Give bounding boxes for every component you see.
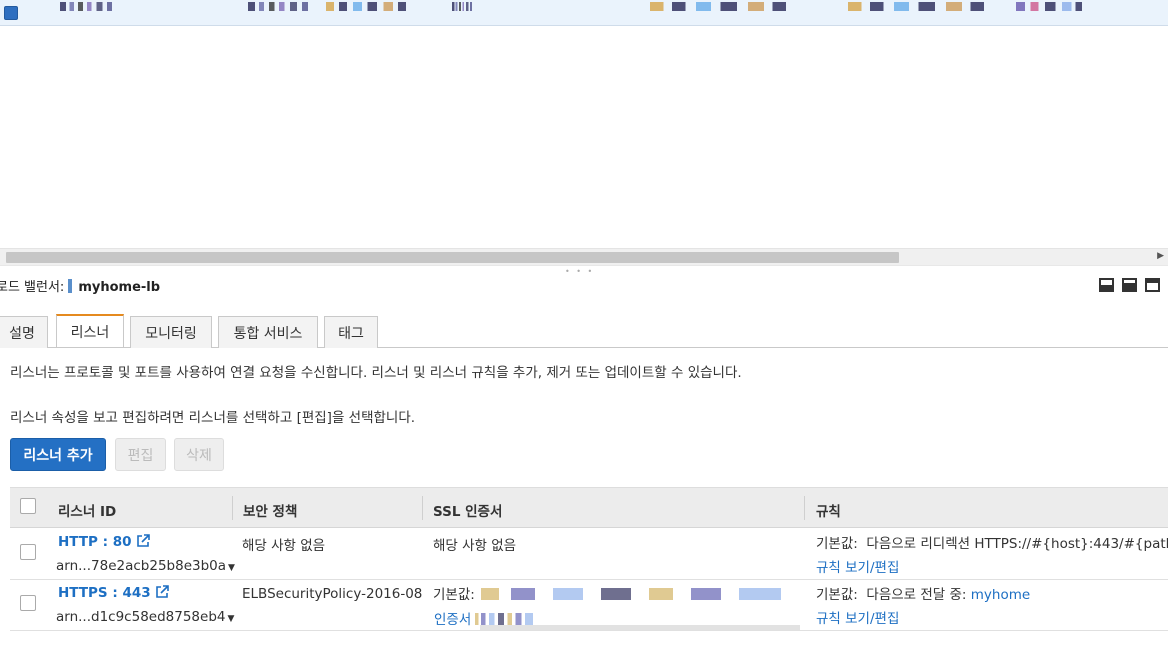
rule-default-label: 기본값:	[816, 536, 858, 552]
listener-arn[interactable]: arn...d1c9c58ed8758eb4 ▼	[56, 609, 234, 625]
tab-description[interactable]: 설명	[0, 316, 48, 348]
tab-listeners[interactable]: 리스너	[56, 314, 124, 347]
column-rules[interactable]: 규칙	[816, 500, 841, 520]
tab-monitoring[interactable]: 모니터링	[130, 316, 212, 348]
add-listener-button[interactable]: 리스너 추가	[10, 438, 106, 471]
rule-default: 기본값: 다음으로 리디렉션 HTTPS://#{host}:443/#{pat…	[816, 532, 1168, 552]
redacted-text	[248, 2, 308, 11]
listener-name[interactable]: HTTP : 80	[58, 534, 132, 550]
minimize-panel-icon[interactable]	[1099, 278, 1114, 292]
load-balancer-header: 로드 밸런서: myhome-lb	[0, 276, 160, 295]
redacted-text	[475, 613, 534, 625]
select-all-checkbox[interactable]	[20, 498, 36, 514]
chevron-down-icon[interactable]: ▼	[228, 563, 235, 573]
column-separator	[422, 496, 423, 520]
panel-layout-controls	[1099, 278, 1160, 292]
horizontal-scrollbar[interactable]: ▶	[0, 248, 1168, 265]
listener-link[interactable]: HTTPS : 443	[58, 585, 169, 601]
table-row[interactable]: HTTPS : 443 arn...d1c9c58ed8758eb4 ▼ ELBS…	[10, 580, 1168, 631]
lb-label: 로드 밸런서:	[0, 280, 65, 295]
redacted-text	[60, 2, 112, 11]
cell-scrollbar[interactable]	[480, 625, 800, 630]
delete-button[interactable]: 삭제	[174, 438, 224, 471]
target-group-link[interactable]: myhome	[971, 587, 1030, 603]
external-link-icon[interactable]	[136, 534, 150, 548]
row-checkbox[interactable]	[20, 595, 36, 611]
redacted-text	[1016, 2, 1082, 11]
rule-text: 다음으로 리디렉션 HTTPS://#{host}:443/#{path}?	[866, 536, 1168, 552]
redacted-text	[848, 2, 984, 11]
table-row[interactable]: HTTP : 80 arn...78e2acb25b8e3b0a ▼ 해당 사항 …	[10, 528, 1168, 580]
column-separator	[804, 496, 805, 520]
maximize-panel-icon[interactable]	[1145, 278, 1160, 292]
lb-color-marker	[68, 279, 73, 293]
listener-arn[interactable]: arn...78e2acb25b8e3b0a ▼	[56, 558, 235, 574]
rule-text: 다음으로 전달 중:	[866, 587, 967, 603]
view-edit-rules-link[interactable]: 규칙 보기/편집	[816, 607, 899, 627]
column-ssl-certificate[interactable]: SSL 인증서	[433, 500, 502, 520]
ssl-default-label: 기본값:	[433, 587, 475, 603]
row-checkbox[interactable]	[20, 544, 36, 560]
selected-load-balancer-row[interactable]	[0, 0, 1168, 26]
scrollbar-thumb[interactable]	[6, 252, 899, 263]
rule-default-label: 기본값:	[816, 587, 858, 603]
listeners-table-header: 리스너 ID 보안 정책 SSL 인증서 규칙	[10, 487, 1168, 528]
listener-help-text: 리스너 속성을 보고 편집하려면 리스너를 선택하고 [편집]을 선택합니다.	[10, 410, 416, 426]
tab-integrated-services[interactable]: 통합 서비스	[218, 316, 318, 348]
scroll-right-arrow-icon[interactable]: ▶	[1157, 251, 1164, 261]
rule-default: 기본값: 다음으로 전달 중: myhome	[816, 583, 1030, 603]
row-checkbox[interactable]	[4, 6, 18, 20]
redacted-text	[650, 2, 786, 11]
external-link-icon[interactable]	[155, 585, 169, 599]
column-security-policy[interactable]: 보안 정책	[243, 500, 297, 520]
detail-tabs: 설명 리스너 모니터링 통합 서비스 태그	[0, 314, 1168, 348]
listener-description: 리스너는 프로토콜 및 포트를 사용하여 연결 요청을 수신합니다. 리스너 및…	[10, 365, 742, 381]
panel-splitter[interactable]: • • •	[0, 265, 1168, 276]
ssl-default-certificate: 기본값:	[433, 583, 781, 603]
lb-name: myhome-lb	[78, 280, 161, 295]
security-policy-value: 해당 사항 없음	[242, 538, 326, 554]
edit-button[interactable]: 편집	[115, 438, 166, 471]
view-edit-rules-link[interactable]: 규칙 보기/편집	[816, 556, 899, 576]
listener-link[interactable]: HTTP : 80	[58, 534, 150, 550]
drag-handle-icon[interactable]: • • •	[565, 267, 594, 276]
redacted-text	[452, 2, 472, 11]
column-separator	[232, 496, 233, 520]
redacted-text	[326, 2, 406, 11]
column-listener-id[interactable]: 리스너 ID	[58, 500, 116, 520]
security-policy-value: ELBSecurityPolicy-2016-08	[242, 586, 423, 602]
ssl-certificate-value: 해당 사항 없음	[433, 538, 517, 554]
listener-name[interactable]: HTTPS : 443	[58, 585, 151, 601]
arn-text: arn...d1c9c58ed8758eb4	[56, 609, 226, 625]
certificates-link[interactable]: 인증서	[434, 612, 471, 628]
tab-tags[interactable]: 태그	[324, 316, 378, 348]
arn-text: arn...78e2acb25b8e3b0a	[56, 558, 227, 574]
chevron-down-icon[interactable]: ▼	[227, 614, 234, 624]
redacted-certificate	[480, 588, 781, 600]
split-panel-icon[interactable]	[1122, 278, 1137, 292]
